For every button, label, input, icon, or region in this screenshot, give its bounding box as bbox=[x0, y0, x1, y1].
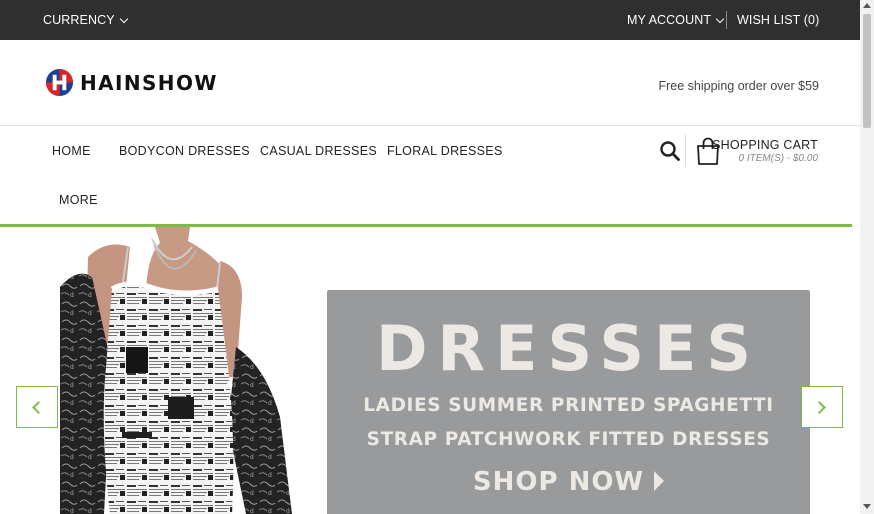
nav-item-bodycon-dresses[interactable]: BODYCON DRESSES bbox=[119, 144, 250, 158]
cart-title: SHOPPING CART bbox=[712, 138, 818, 152]
shipping-note: Free shipping order over $59 bbox=[658, 79, 819, 93]
promo-line-2: STRAP PATCHWORK FITTED DRESSES bbox=[366, 429, 771, 450]
chevron-left-icon bbox=[32, 401, 45, 414]
scroll-down-arrow-icon[interactable] bbox=[863, 504, 871, 509]
nav-item-more[interactable]: MORE bbox=[59, 193, 98, 207]
promo-card[interactable]: DRESSES LADIES SUMMER PRINTED SPAGHETTI … bbox=[327, 290, 810, 514]
shop-now-button[interactable]: SHOP NOW bbox=[327, 467, 810, 497]
nav-item-home[interactable]: HOME bbox=[52, 144, 91, 158]
slider-next-button[interactable] bbox=[801, 386, 843, 428]
nav-item-casual-dresses[interactable]: CASUAL DRESSES bbox=[260, 144, 377, 158]
chevron-right-icon bbox=[813, 401, 826, 414]
promo-line-1: LADIES SUMMER PRINTED SPAGHETTI bbox=[363, 395, 774, 416]
currency-label: CURRENCY bbox=[43, 13, 115, 27]
chevron-down-icon bbox=[119, 14, 128, 23]
top-bar: CURRENCY MY ACCOUNT WISH LIST (0) bbox=[0, 0, 860, 40]
page-scrollbar[interactable] bbox=[860, 0, 874, 514]
brand-logo-icon bbox=[45, 68, 74, 97]
promo-headline: DRESSES bbox=[375, 312, 762, 385]
topbar-divider bbox=[726, 11, 727, 29]
wish-list-label: WISH LIST (0) bbox=[737, 13, 820, 27]
currency-dropdown[interactable]: CURRENCY bbox=[43, 13, 128, 27]
brand-logo[interactable]: HAINSHOW bbox=[45, 68, 218, 97]
my-account-label: MY ACCOUNT bbox=[627, 13, 712, 27]
my-account-dropdown[interactable]: MY ACCOUNT bbox=[627, 13, 725, 27]
hero-banner: d DRESSES LADIES SUMMER PRINTED SPAGHETT… bbox=[0, 227, 860, 514]
nav-item-floral-dresses[interactable]: FLORAL DRESSES bbox=[387, 144, 503, 158]
slider-prev-button[interactable] bbox=[16, 386, 58, 428]
chevron-down-icon bbox=[715, 14, 725, 23]
search-icon[interactable] bbox=[659, 140, 681, 162]
model-photo: d bbox=[60, 227, 292, 514]
brand-name: HAINSHOW bbox=[80, 70, 218, 95]
shop-now-label: SHOP NOW bbox=[472, 467, 645, 497]
scroll-thumb[interactable] bbox=[863, 14, 871, 128]
scroll-up-arrow-icon[interactable] bbox=[863, 3, 871, 8]
site-header: HAINSHOW Free shipping order over $59 bbox=[0, 40, 860, 126]
shopping-cart[interactable]: SHOPPING CART 0 ITEM(S) - $0.00 bbox=[695, 136, 820, 170]
wish-list-link[interactable]: WISH LIST (0) bbox=[737, 13, 819, 27]
caret-right-icon bbox=[654, 471, 665, 491]
cart-summary: 0 ITEM(S) - $0.00 bbox=[738, 153, 818, 164]
cart-divider bbox=[685, 134, 686, 166]
